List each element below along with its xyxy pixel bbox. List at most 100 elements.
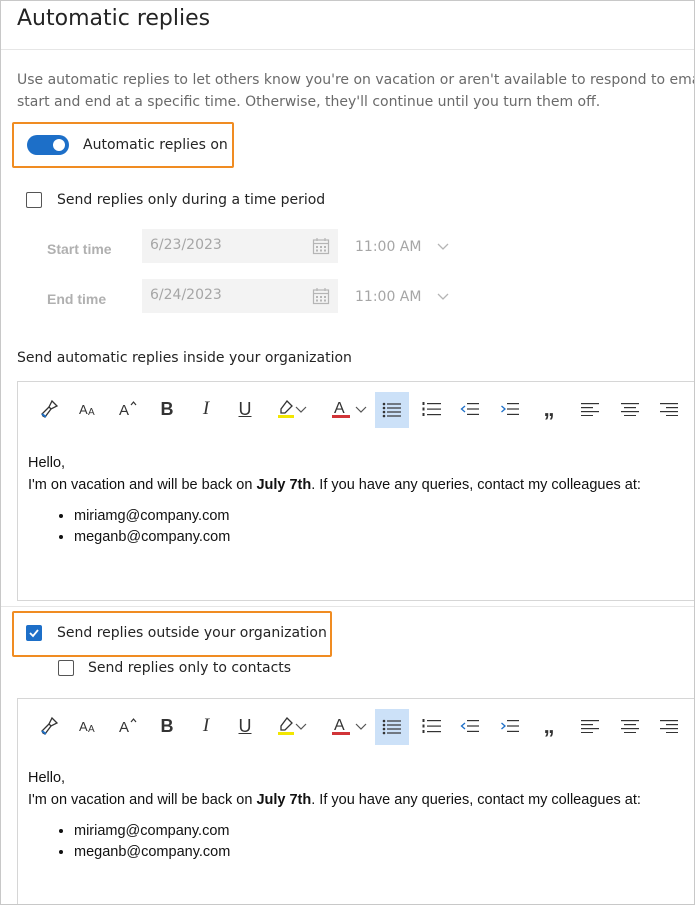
italic-glyph: I [202,398,210,419]
contacts-only-label: Send replies only to contacts [88,660,292,676]
svg-text:A: A [88,407,95,418]
start-time-value[interactable]: 11:00 AM [355,239,421,255]
svg-text:A: A [119,402,129,419]
description-line-2: start and end at a specific time. Otherw… [17,94,601,110]
svg-text:A: A [88,724,95,735]
align-right-icon[interactable] [652,709,686,743]
align-left-icon[interactable] [573,709,607,743]
font-color-chevron-down-icon[interactable] [352,709,370,743]
underline-glyph: U [238,398,252,419]
start-time-chevron-down-icon[interactable] [437,239,449,257]
end-date-value: 6/24/2023 [150,287,222,303]
bullet-list-icon[interactable] [375,709,409,745]
message-line: I'm on vacation and will be back on July… [28,474,641,496]
svg-text:A: A [79,719,88,734]
bold-button[interactable]: B [150,392,184,426]
outside-org-label: Send replies outside your organization [57,625,327,641]
format-painter-icon[interactable] [32,392,66,426]
svg-text:A: A [79,402,88,417]
page-description: Use automatic replies to let others know… [17,69,694,113]
grow-font-icon[interactable]: A [111,392,145,426]
start-time-label: Start time [47,241,112,257]
format-painter-icon[interactable] [32,709,66,743]
quote-icon[interactable]: „ [532,392,566,426]
bold-glyph: B [160,398,174,419]
time-period-checkbox[interactable] [26,192,42,208]
increase-indent-icon[interactable] [493,709,527,743]
start-date-field[interactable]: 6/23/2023 [142,229,338,263]
message-greeting: Hello, [28,770,66,786]
message-return-date: July 7th [256,792,312,808]
message-text-after: . If you have any queries, contact my co… [311,477,641,493]
svg-text:A: A [334,400,345,417]
message-line: I'm on vacation and will be back on July… [28,789,641,811]
page-title: Automatic replies [17,6,211,31]
end-time-label: End time [47,291,107,307]
quote-glyph: „ [543,396,555,421]
decrease-indent-icon[interactable] [453,392,487,426]
bold-glyph: B [160,715,174,736]
outside-org-editor[interactable]: AA A B I U A „ Hello, I'm on vacation an… [17,698,694,904]
automatic-replies-toggle-label: Automatic replies on [83,137,228,153]
header-divider [1,49,694,50]
italic-glyph: I [202,715,210,736]
italic-button[interactable]: I [189,709,223,743]
font-size-icon[interactable]: AA [72,709,106,743]
end-time-value[interactable]: 11:00 AM [355,289,421,305]
align-center-icon[interactable] [613,709,647,743]
list-item: miriamg@company.com [74,506,641,527]
align-right-icon[interactable] [652,392,686,426]
list-item: meganb@company.com [74,842,641,863]
grow-font-icon[interactable]: A [111,709,145,743]
highlight-chevron-down-icon[interactable] [292,392,310,426]
start-date-value: 6/23/2023 [150,237,222,253]
end-date-field[interactable]: 6/24/2023 [142,279,338,313]
formatting-toolbar: AA A B I U A „ [18,382,694,436]
numbered-list-icon[interactable] [415,392,449,426]
inside-org-editor[interactable]: AA A B I U A „ Hello, I'm on vacation an… [17,381,694,601]
highlight-chevron-down-icon[interactable] [292,709,310,743]
calendar-icon[interactable] [312,287,330,310]
toggle-knob [53,139,65,151]
underline-glyph: U [238,715,252,736]
message-text-after: . If you have any queries, contact my co… [311,792,641,808]
underline-button[interactable]: U [228,392,262,426]
message-text-before: I'm on vacation and will be back on [28,792,257,808]
italic-button[interactable]: I [189,392,223,426]
svg-text:A: A [334,717,345,734]
contact-list: miriamg@company.com meganb@company.com [28,506,641,548]
contacts-only-checkbox[interactable] [58,660,74,676]
time-period-label: Send replies only during a time period [57,192,326,208]
automatic-replies-toggle[interactable] [27,135,69,155]
section-divider [1,606,694,607]
formatting-toolbar: AA A B I U A „ [18,699,694,753]
quote-glyph: „ [543,713,555,738]
calendar-icon[interactable] [312,237,330,260]
align-left-icon[interactable] [573,392,607,426]
message-text-before: I'm on vacation and will be back on [28,477,257,493]
contact-list: miriamg@company.com meganb@company.com [28,821,641,863]
outside-message-body[interactable]: Hello, I'm on vacation and will be back … [28,767,641,863]
align-center-icon[interactable] [613,392,647,426]
quote-icon[interactable]: „ [532,709,566,743]
font-color-chevron-down-icon[interactable] [352,392,370,426]
message-greeting: Hello, [28,455,66,471]
end-time-chevron-down-icon[interactable] [437,289,449,307]
increase-indent-icon[interactable] [493,392,527,426]
message-return-date: July 7th [256,477,312,493]
numbered-list-icon[interactable] [415,709,449,743]
outside-org-checkbox[interactable] [26,625,42,641]
bold-button[interactable]: B [150,709,184,743]
inside-message-body[interactable]: Hello, I'm on vacation and will be back … [28,452,641,548]
description-line-1: Use automatic replies to let others know… [17,72,694,88]
list-item: meganb@company.com [74,527,641,548]
decrease-indent-icon[interactable] [453,709,487,743]
list-item: miriamg@company.com [74,821,641,842]
inside-org-heading: Send automatic replies inside your organ… [17,350,352,366]
checkmark-icon [29,629,39,638]
bullet-list-icon[interactable] [375,392,409,428]
automatic-replies-panel: Automatic replies Use automatic replies … [0,0,695,905]
underline-button[interactable]: U [228,709,262,743]
svg-text:A: A [119,719,129,736]
font-size-icon[interactable]: AA [72,392,106,426]
